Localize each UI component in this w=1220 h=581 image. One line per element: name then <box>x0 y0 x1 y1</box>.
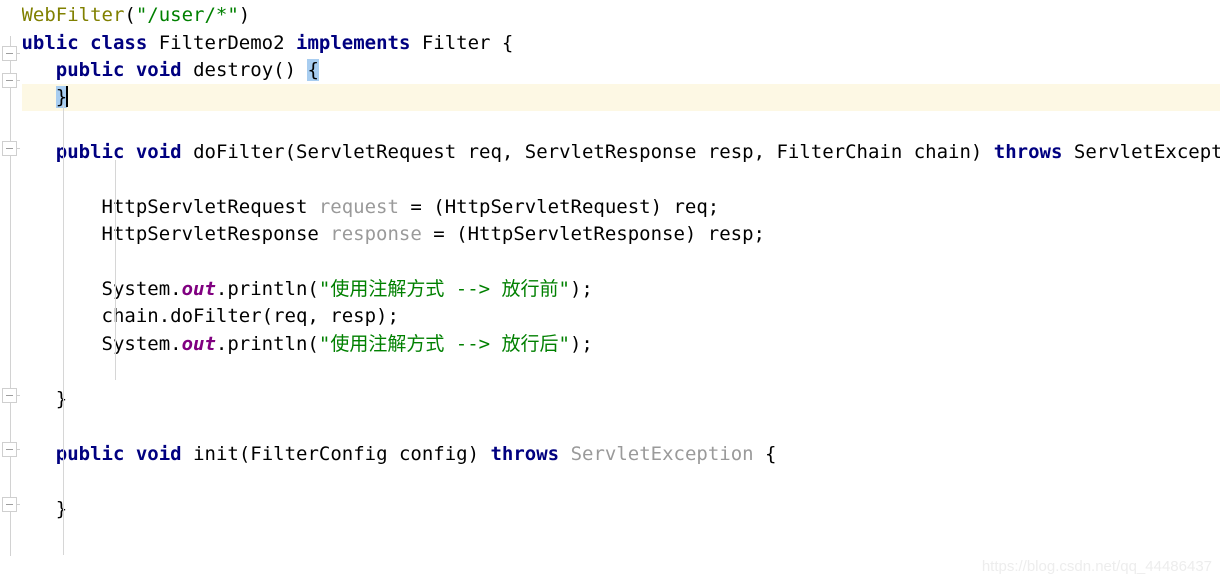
code-line[interactable]: System.out.println("使用注解方式 --> 放行后"); <box>0 331 1220 358</box>
code-token: implements <box>296 32 411 54</box>
code-token: = (HttpServletResponse) resp; <box>421 223 765 245</box>
code-line-text: public void destroy() { <box>0 57 319 84</box>
code-line[interactable] <box>0 468 1220 495</box>
text-caret <box>66 86 69 107</box>
code-line-text: System.out.println("使用注解方式 --> 放行后"); <box>0 331 593 358</box>
code-line[interactable]: chain.doFilter(req, resp); <box>0 303 1220 330</box>
code-line[interactable]: } <box>0 496 1220 523</box>
code-token: ); <box>569 333 593 355</box>
code-line[interactable] <box>0 249 1220 276</box>
code-token: ServletException, IOException { <box>1073 141 1220 163</box>
code-token: init(FilterConfig config) <box>181 443 491 465</box>
code-token: chain.doFilter(req, resp); <box>10 305 399 327</box>
indent-guide-0 <box>63 105 64 555</box>
code-token: out <box>181 278 216 300</box>
code-token: @WebFilter <box>10 4 125 26</box>
code-token: void <box>135 59 182 81</box>
code-line[interactable]: public void destroy() { <box>0 57 1220 84</box>
code-token: ) <box>238 4 251 26</box>
code-line-text: System.out.println("使用注解方式 --> 放行前"); <box>0 276 593 303</box>
code-line[interactable] <box>0 358 1220 385</box>
code-token: HttpServletResponse <box>10 223 331 245</box>
code-line[interactable]: System.out.println("使用注解方式 --> 放行前"); <box>0 276 1220 303</box>
code-editor[interactable]: @WebFilter("/user/*") public class Filter… <box>0 0 1220 581</box>
code-token: throws <box>993 141 1063 163</box>
csdn-watermark: https://blog.csdn.net/qq_44486437 <box>981 558 1212 575</box>
code-token: System. <box>10 333 182 355</box>
code-token: destroy() <box>181 59 308 81</box>
code-line[interactable]: HttpServletRequest request = (HttpServle… <box>0 194 1220 221</box>
code-surface[interactable]: @WebFilter("/user/*") public class Filter… <box>0 0 1220 581</box>
code-line[interactable] <box>0 111 1220 138</box>
code-token: "使用注解方式 --> 放行前" <box>318 278 570 300</box>
code-token: public <box>55 59 125 81</box>
code-token: "使用注解方式 --> 放行后" <box>318 333 570 355</box>
fold-marker-collapse-dofilter-end[interactable] <box>2 388 20 403</box>
code-line[interactable]: public void init(FilterConfig config) th… <box>0 441 1220 468</box>
code-token: response <box>330 223 422 245</box>
code-line[interactable]: } <box>0 386 1220 413</box>
code-token: throws <box>490 443 560 465</box>
code-token: HttpServletRequest <box>10 196 319 218</box>
code-token: .println( <box>215 278 319 300</box>
code-line[interactable] <box>0 166 1220 193</box>
code-line-text: HttpServletRequest request = (HttpServle… <box>0 194 720 221</box>
code-line-text: public void init(FilterConfig config) th… <box>0 441 777 468</box>
fold-marker-collapse-dofilter-method[interactable] <box>2 141 20 156</box>
fold-marker-collapse-annotation-block[interactable] <box>2 46 20 61</box>
code-line[interactable] <box>0 413 1220 440</box>
code-token: { <box>753 443 777 465</box>
code-token: "/user/*" <box>135 4 239 26</box>
code-token: FilterDemo2 <box>147 32 297 54</box>
fold-marker-collapse-destroy-method[interactable] <box>2 73 20 88</box>
code-line[interactable]: } <box>0 84 1220 111</box>
code-token: request <box>318 196 399 218</box>
fold-rail <box>10 36 11 556</box>
code-token: ( <box>124 4 136 26</box>
folding-gutter[interactable] <box>0 0 22 581</box>
code-line-text: public class FilterDemo2 implements Filt… <box>0 30 513 57</box>
code-token: System. <box>10 278 182 300</box>
fold-marker-collapse-init-end[interactable] <box>2 497 20 512</box>
code-token: = (HttpServletRequest) req; <box>398 196 720 218</box>
code-line[interactable]: public void doFilter(ServletRequest req,… <box>0 139 1220 166</box>
code-token: void <box>135 141 182 163</box>
code-token: Filter { <box>410 32 514 54</box>
code-token: class <box>90 32 148 54</box>
code-token: public <box>55 443 125 465</box>
code-token: ); <box>569 278 593 300</box>
code-line-text: chain.doFilter(req, resp); <box>0 303 399 330</box>
code-token: out <box>181 333 216 355</box>
code-token: doFilter(ServletRequest req, ServletResp… <box>181 141 994 163</box>
code-token: .println( <box>215 333 319 355</box>
indent-guide-1 <box>115 160 116 380</box>
code-token: ServletException <box>570 443 754 465</box>
code-line[interactable]: @WebFilter("/user/*") <box>0 2 1220 29</box>
code-line-text: public void doFilter(ServletRequest req,… <box>0 139 1220 166</box>
code-line[interactable]: HttpServletResponse response = (HttpServ… <box>0 221 1220 248</box>
code-token: { <box>307 59 319 81</box>
code-token: void <box>135 443 182 465</box>
code-line[interactable]: public class FilterDemo2 implements Filt… <box>0 30 1220 57</box>
fold-marker-collapse-init-method[interactable] <box>2 442 20 457</box>
code-line-text: @WebFilter("/user/*") <box>0 2 250 29</box>
